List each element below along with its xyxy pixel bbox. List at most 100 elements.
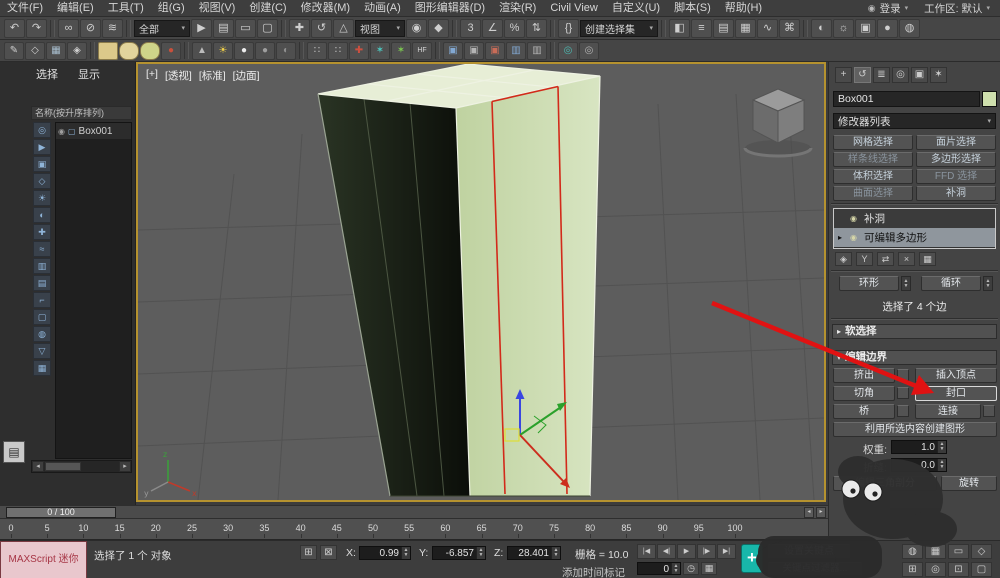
y-coordinate-field[interactable]: -6.857 ▲▼ [432, 546, 486, 560]
visibility-icon[interactable]: ◉ [58, 127, 65, 136]
explorer-scrollbar[interactable]: ◂ ▸ [31, 460, 132, 473]
object-color-swatch[interactable] [982, 91, 997, 107]
y-value[interactable]: -6.857 [433, 547, 476, 559]
tab-display-icon[interactable]: ▣ [911, 67, 928, 83]
curve-editor-icon[interactable]: ∿ [757, 19, 778, 38]
object-name-field[interactable]: Box001 [833, 91, 980, 107]
select-by-name-icon[interactable]: ▤ [213, 19, 234, 38]
insert-vertex-button[interactable]: 插入顶点 [915, 368, 997, 383]
cube-blue-icon[interactable]: ▣ [443, 42, 463, 60]
use-pivot-center-icon[interactable]: ◉ [406, 19, 427, 38]
loop-button[interactable]: 循环 [921, 276, 981, 291]
play-button[interactable]: ▶ [677, 544, 696, 559]
selection-lock-icon[interactable]: ⊠ [320, 545, 337, 560]
x-value[interactable]: 0.99 [360, 547, 401, 559]
display-lights-icon[interactable]: ☀ [33, 190, 51, 206]
time-config-icon[interactable]: ◷ [683, 562, 699, 575]
viewcube[interactable] [745, 89, 811, 156]
zoom-icon[interactable]: ◍ [902, 544, 923, 559]
modifier-set-button-7[interactable]: 曲面选择 [833, 186, 913, 201]
ring-button[interactable]: 环形 [839, 276, 899, 291]
display-materials-icon[interactable]: ◍ [33, 326, 51, 342]
box-object[interactable] [318, 64, 600, 496]
scroll-track[interactable] [44, 461, 119, 472]
display-helpers-icon[interactable]: ✚ [33, 224, 51, 240]
menu-item-2[interactable]: 编辑(E) [50, 0, 101, 16]
display-shapes-icon[interactable]: ◇ [33, 173, 51, 189]
modifier-enable-icon[interactable]: ◉ [850, 233, 860, 242]
pick-material-icon[interactable]: ▽ [33, 343, 51, 359]
spinner-arrows-icon[interactable]: ▲▼ [937, 441, 946, 453]
sphere-white-icon[interactable]: ● [234, 42, 254, 60]
named-sets-icon[interactable]: {} [558, 19, 579, 38]
modifier-set-button-5[interactable]: 体积选择 [833, 169, 913, 184]
weight-value[interactable]: 1.0 [892, 441, 937, 453]
spinner-arrows-icon[interactable]: ▲▼ [401, 547, 410, 559]
viewport-menu-plus[interactable]: [+] [146, 68, 158, 83]
menu-item-4[interactable]: 组(G) [151, 0, 192, 16]
rollout-edit-borders[interactable]: ▾ 编辑边界 [832, 350, 997, 365]
key-mode-icon[interactable]: ▦ [701, 562, 717, 575]
explorer-settings-icon[interactable]: ▦ [33, 360, 51, 376]
explorer-list[interactable]: ◉▢Box001 [55, 122, 132, 459]
go-end-button[interactable]: ▶| [717, 544, 736, 559]
select-scale-icon[interactable]: △ [333, 19, 354, 38]
menu-item-10[interactable]: 渲染(R) [492, 0, 543, 16]
select-object-icon[interactable]: ▶ [191, 19, 212, 38]
field-of-view-icon[interactable]: ◇ [971, 544, 992, 559]
next-frame-button[interactable]: |▶ [697, 544, 716, 559]
spinner-arrows-icon[interactable]: ▲▼ [671, 563, 680, 574]
sphere-shaded-icon[interactable]: ◐ [276, 42, 296, 60]
z-coordinate-field[interactable]: 28.401 ▲▼ [507, 546, 561, 560]
explorer-select-icon[interactable]: ▶ [33, 139, 51, 155]
select-manipulate-icon[interactable]: ◆ [428, 19, 449, 38]
time-slider[interactable]: 0 / 100 ◂ ▸ [0, 505, 828, 519]
modifier-list-dropdown[interactable]: 修改器列表 ▾ [833, 113, 996, 129]
explorer-row[interactable]: ◉▢Box001 [56, 123, 131, 139]
render-production-icon[interactable]: ● [877, 19, 898, 38]
modifier-set-button-6[interactable]: FFD 选择 [916, 169, 996, 184]
viewport-menu-edged[interactable]: [边面] [233, 68, 260, 83]
chamfer-settings-button[interactable] [897, 387, 909, 399]
menu-item-11[interactable]: Civil View [543, 0, 604, 16]
tab-motion-icon[interactable]: ◎ [892, 67, 909, 83]
bridge-settings-button[interactable] [897, 405, 909, 417]
modifier-enable-icon[interactable]: ◉ [850, 214, 860, 223]
select-link-icon[interactable]: ∞ [58, 19, 79, 38]
add-button[interactable]: + [741, 544, 763, 573]
display-cameras-icon[interactable]: ◐ [33, 207, 51, 223]
align-icon[interactable]: ≡ [691, 19, 712, 38]
expand-arrow-icon[interactable]: ▸ [838, 233, 846, 242]
display-bones-icon[interactable]: ⌐ [33, 292, 51, 308]
stack-row-1[interactable]: ◉补洞 [834, 209, 995, 228]
render-iterative-icon[interactable]: ◍ [899, 19, 920, 38]
explorer-tab-display[interactable]: 显示 [78, 66, 100, 82]
material-editor-icon[interactable]: ◐ [811, 19, 832, 38]
configure-sets-icon[interactable]: ▦ [919, 252, 936, 266]
weight-spinner[interactable]: 1.0 ▲▼ [891, 440, 947, 454]
sort-header[interactable]: 名称(按升序排列) [31, 106, 132, 120]
rendered-frame-window-icon[interactable]: ▣ [855, 19, 876, 38]
create-selection-set-dropdown[interactable]: 创建选择集▾ [580, 20, 658, 37]
unlink-selection-icon[interactable]: ⊘ [80, 19, 101, 38]
display-xrefs-icon[interactable]: ▤ [33, 275, 51, 291]
turn-button[interactable]: 旋转 [941, 476, 997, 491]
time-slider-prev-icon[interactable]: ◂ [804, 507, 814, 518]
maximize-viewport-icon[interactable]: ⊡ [948, 562, 969, 577]
shape-rect-icon[interactable] [98, 42, 118, 60]
dot-grid-icon[interactable]: ∷ [307, 42, 327, 60]
display-containers-icon[interactable]: ▢ [33, 309, 51, 325]
menu-item-12[interactable]: 自定义(U) [605, 0, 667, 16]
workspace-menu[interactable]: 工作区: 默认 ▾ [924, 1, 990, 16]
time-slider-handle[interactable]: 0 / 100 [6, 507, 116, 518]
green-star-icon[interactable]: ✶ [391, 42, 411, 60]
paint-deform-icon[interactable]: ◈ [67, 42, 87, 60]
cone-icon[interactable]: ▲ [192, 42, 212, 60]
rollout-soft-selection[interactable]: ▸ 软选择 [832, 324, 997, 339]
login-menu[interactable]: ◉ 登录 ▾ [868, 1, 908, 16]
crease-spinner[interactable]: 0.0 ▲▼ [891, 458, 947, 472]
undo-icon[interactable]: ↶ [4, 19, 25, 38]
menu-item-1[interactable]: 文件(F) [0, 0, 50, 16]
hf-icon[interactable]: HF [412, 42, 432, 60]
bind-spacewarp-icon[interactable]: ≋ [102, 19, 123, 38]
